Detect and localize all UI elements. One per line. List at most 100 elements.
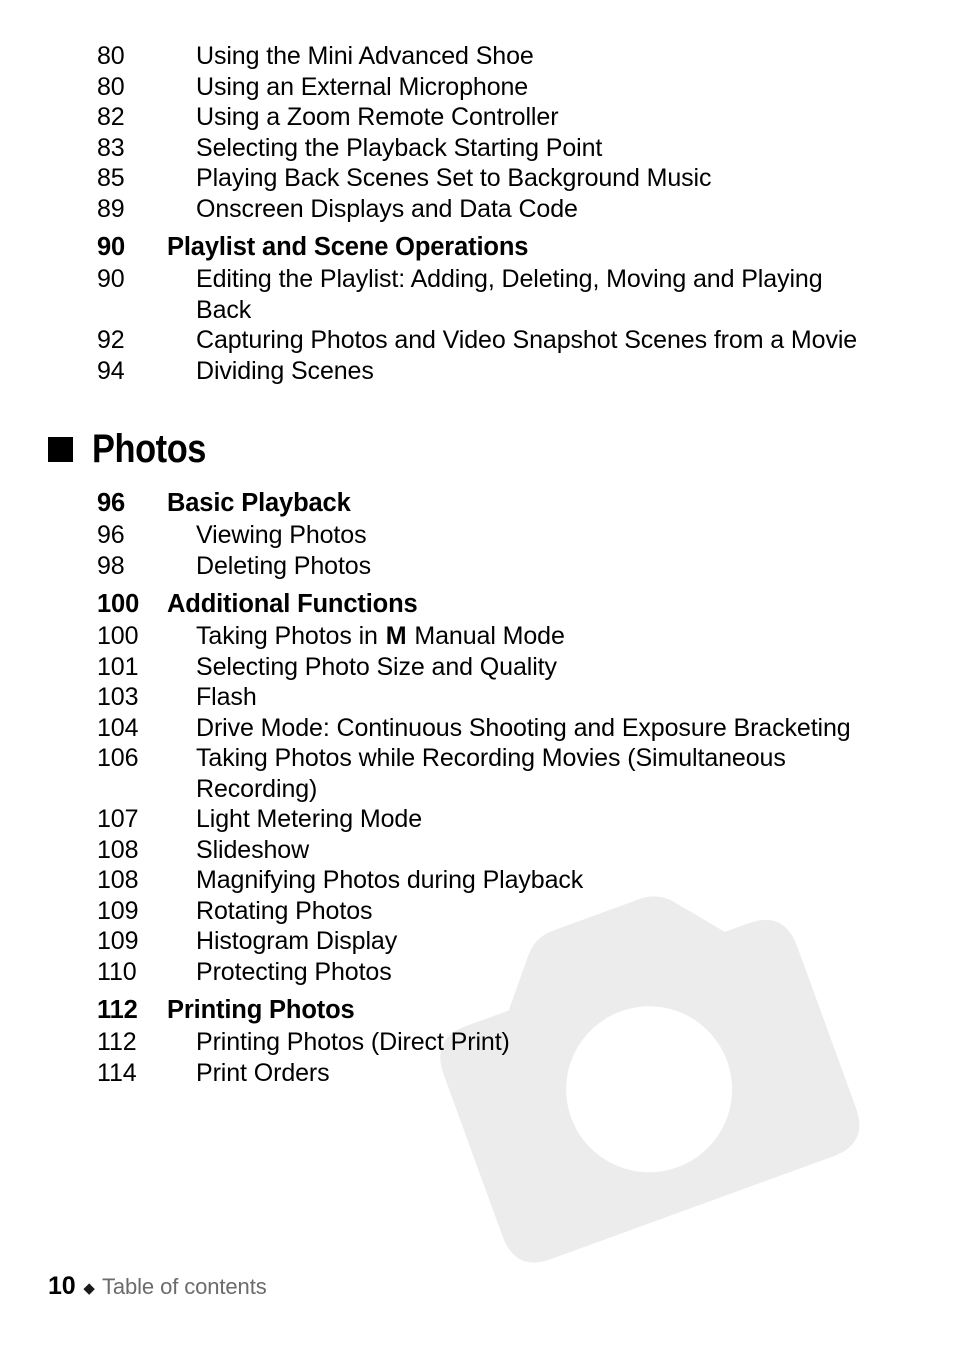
toc-entry-page: 108 — [97, 835, 139, 864]
toc-entry[interactable]: 92 Capturing Photos and Video Snapshot S… — [0, 325, 954, 356]
toc-entry-title: Deleting Photos — [196, 551, 372, 580]
toc-entry-page: 101 — [97, 652, 139, 681]
toc-entry[interactable]: 80 Using the Mini Advanced Shoe — [0, 41, 954, 72]
toc-group-printing-photos: 112 Printing Photos 112 Printing Photos … — [0, 994, 954, 1088]
toc-section-heading[interactable]: 112 Printing Photos — [0, 994, 954, 1027]
toc-section-title: Printing Photos — [167, 996, 355, 1024]
toc-entry-page: 103 — [97, 683, 139, 711]
footer-label: Table of contents — [101, 1274, 267, 1299]
toc-entry-title: Print Orders — [196, 1058, 330, 1087]
toc-entry-title: Histogram Display — [196, 927, 398, 955]
toc-entry[interactable]: 114 Print Orders — [0, 1058, 954, 1089]
toc-entry-page: 83 — [97, 133, 125, 162]
page-footer: 10 ◆ Table of contents — [48, 1272, 267, 1301]
toc-entry-page: 100 — [97, 622, 139, 650]
document-page: 80 Using the Mini Advanced Shoe 80 Using… — [0, 0, 954, 1345]
toc-entry-title: Rotating Photos — [196, 896, 373, 925]
toc-entry-page: 80 — [97, 72, 125, 101]
toc-entry-title: Capturing Photos and Video Snapshot Scen… — [196, 326, 858, 354]
toc-section-page: 112 — [97, 996, 138, 1024]
toc-entry-page: 92 — [97, 326, 125, 354]
toc-entry[interactable]: 85 Playing Back Scenes Set to Background… — [0, 163, 954, 194]
toc-entry-page: 109 — [97, 896, 139, 925]
toc-entry[interactable]: 104 Drive Mode: Continuous Shooting and … — [0, 713, 954, 744]
toc-entry-title: Selecting the Playback Starting Point — [196, 133, 603, 162]
toc-entry[interactable]: 90 Editing the Playlist: Adding, Deletin… — [0, 264, 954, 325]
toc-entry-page: 89 — [97, 194, 125, 223]
toc-entry[interactable]: 101 Selecting Photo Size and Quality — [0, 652, 954, 683]
toc-entry-page: 112 — [97, 1028, 137, 1056]
toc-group-basic-playback: 96 Basic Playback 96 Viewing Photos 98 D… — [0, 487, 954, 581]
toc-section-heading[interactable]: 96 Basic Playback — [0, 487, 954, 520]
toc-entry-title: Taking Photos in M Manual Mode — [196, 621, 952, 652]
toc-entry-title: Playing Back Scenes Set to Background Mu… — [196, 164, 712, 192]
toc-entry[interactable]: 103 Flash — [0, 682, 954, 713]
toc-entry-title: Light Metering Mode — [196, 805, 423, 833]
toc-entry-page: 98 — [97, 551, 125, 580]
footer-page-number: 10 — [48, 1272, 76, 1300]
toc-entry-title: Viewing Photos — [196, 521, 367, 549]
toc-entry[interactable]: 109 Rotating Photos — [0, 896, 954, 927]
toc-entry-title: Selecting Photo Size and Quality — [196, 652, 557, 681]
toc-entry[interactable]: 108 Magnifying Photos during Playback — [0, 865, 954, 896]
toc-entry-page: 114 — [97, 1058, 137, 1087]
toc-entry[interactable]: 100 Taking Photos in M Manual Mode — [0, 621, 954, 652]
toc-entry[interactable]: 82 Using a Zoom Remote Controller — [0, 102, 954, 133]
toc-group-continued-movies: 80 Using the Mini Advanced Shoe 80 Using… — [0, 0, 954, 224]
toc-entry-title: Onscreen Displays and Data Code — [196, 194, 578, 223]
toc-entry-title-before: Taking Photos in — [196, 622, 385, 650]
toc-entry[interactable]: 106 Taking Photos while Recording Movies… — [0, 743, 954, 804]
toc-entry-page: 96 — [97, 521, 125, 549]
toc-entry-title: Editing the Playlist: Adding, Deleting, … — [196, 265, 823, 324]
part-divider-label: Photos — [92, 427, 206, 471]
toc-entry-title: Protecting Photos — [196, 957, 392, 986]
toc-entry[interactable]: 96 Viewing Photos — [0, 520, 954, 551]
toc-entry-title: Magnifying Photos during Playback — [196, 866, 584, 894]
toc-entry[interactable]: 83 Selecting the Playback Starting Point — [0, 133, 954, 164]
toc-entry[interactable]: 89 Onscreen Displays and Data Code — [0, 194, 954, 225]
toc-section-page: 90 — [97, 233, 126, 261]
toc-entry-page: 82 — [97, 103, 125, 131]
toc-entry[interactable]: 98 Deleting Photos — [0, 551, 954, 582]
toc-section-page: 96 — [97, 489, 126, 517]
toc-entry-page: 108 — [97, 866, 139, 894]
toc-entry-title: Using the Mini Advanced Shoe — [196, 42, 534, 70]
table-of-contents: 80 Using the Mini Advanced Shoe 80 Using… — [0, 0, 954, 1088]
toc-section-title: Additional Functions — [167, 590, 418, 618]
toc-section-page: 100 — [97, 590, 140, 618]
toc-entry-page: 106 — [97, 744, 139, 772]
toc-group-additional-functions: 100 Additional Functions 100 Taking Phot… — [0, 588, 954, 987]
part-divider: Photos — [48, 429, 954, 469]
toc-entry-page: 110 — [97, 957, 137, 986]
toc-entry-page: 104 — [97, 713, 139, 742]
toc-entry-title: Drive Mode: Continuous Shooting and Expo… — [196, 713, 851, 742]
toc-entry[interactable]: 94 Dividing Scenes — [0, 356, 954, 387]
toc-entry-page: 94 — [97, 356, 125, 385]
toc-section-heading[interactable]: 90 Playlist and Scene Operations — [0, 231, 954, 264]
toc-entry-title: Slideshow — [196, 835, 310, 864]
toc-entry[interactable]: 108 Slideshow — [0, 835, 954, 866]
toc-entry-title: Printing Photos (Direct Print) — [196, 1028, 510, 1056]
toc-entry-page: 107 — [97, 805, 139, 833]
manual-mode-icon: M — [385, 622, 407, 650]
toc-entry-title: Dividing Scenes — [196, 356, 374, 385]
toc-entry-page: 109 — [97, 927, 139, 955]
toc-entry-page: 85 — [97, 164, 125, 192]
toc-entry-title: Using a Zoom Remote Controller — [196, 103, 559, 131]
toc-entry[interactable]: 107 Light Metering Mode — [0, 804, 954, 835]
toc-section-title: Playlist and Scene Operations — [167, 233, 529, 261]
toc-entry[interactable]: 112 Printing Photos (Direct Print) — [0, 1027, 954, 1058]
toc-section-title: Basic Playback — [167, 489, 351, 517]
toc-entry-title: Flash — [196, 683, 257, 711]
toc-entry-title: Using an External Microphone — [196, 72, 529, 101]
toc-entry[interactable]: 109 Histogram Display — [0, 926, 954, 957]
toc-entry[interactable]: 110 Protecting Photos — [0, 957, 954, 988]
toc-entry[interactable]: 80 Using an External Microphone — [0, 72, 954, 103]
toc-section-heading[interactable]: 100 Additional Functions — [0, 588, 954, 621]
toc-entry-page: 80 — [97, 42, 125, 70]
toc-entry-title: Taking Photos while Recording Movies (Si… — [196, 744, 786, 803]
toc-entry-page: 90 — [97, 265, 125, 293]
diamond-icon: ◆ — [83, 1280, 95, 1297]
toc-group-playlist-and-scene-operations: 90 Playlist and Scene Operations 90 Edit… — [0, 231, 954, 386]
toc-entry-title-after: Manual Mode — [407, 622, 565, 650]
